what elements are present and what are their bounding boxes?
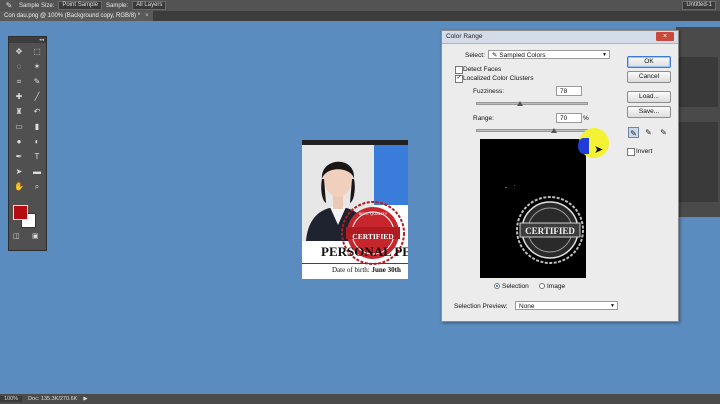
status-arrow-icon[interactable]: ▶ (83, 396, 87, 402)
type-tool-icon[interactable]: T (28, 150, 46, 163)
dodge-tool-icon[interactable]: ◐ (28, 135, 46, 148)
brush-tool-icon[interactable]: ╱ (28, 90, 46, 103)
layers-panel[interactable] (678, 57, 718, 107)
selection-preview-thumbnail[interactable]: CERTIFIED (480, 139, 586, 278)
document-heading: PERSONAL PET (321, 244, 408, 259)
marquee-tool-icon[interactable]: ⬚ (28, 45, 46, 58)
cursor-click-indicator (578, 138, 589, 154)
eyedropper-sample-icon[interactable]: ✎ (628, 127, 639, 138)
gradient-tool-icon[interactable]: ▮ (28, 120, 46, 133)
range-label: Range: (473, 115, 494, 122)
selection-preview-dropdown[interactable]: None ▼ (515, 301, 618, 310)
range-slider-knob[interactable] (551, 128, 558, 133)
range-unit: % (583, 115, 589, 122)
image-radio-label: Image (547, 283, 566, 290)
workspace-select[interactable]: Untitled-1 (682, 1, 716, 10)
dob-value: June 30th (371, 266, 401, 274)
select-dropdown[interactable]: ✎ Sampled Colors ▼ (488, 50, 610, 59)
range-slider[interactable] (476, 129, 588, 132)
zoom-tool-icon[interactable]: ⌕ (28, 180, 46, 193)
stamp-text: CERTIFIED (352, 232, 394, 241)
lasso-tool-icon[interactable]: ◌ (10, 60, 28, 73)
dialog-title: Color Range (446, 33, 483, 40)
sample-select[interactable]: All Layers (132, 1, 167, 10)
document-tab-bar: Con dau.png @ 100% (Background copy, RGB… (0, 11, 720, 21)
stamp-arc-text: BEST QUALITY (358, 211, 388, 216)
localized-clusters-label: Localized Color Clusters (463, 75, 534, 82)
pen-tool-icon[interactable]: ✒ (10, 150, 28, 163)
chevron-down-icon: ▼ (610, 303, 615, 309)
path-select-tool-icon[interactable]: ➤ (10, 165, 28, 178)
document-tab[interactable]: Con dau.png @ 100% (Background copy, RGB… (0, 11, 153, 21)
eyedropper-tool-icon[interactable]: ✎ (28, 75, 46, 88)
dialog-close-button[interactable]: × (656, 32, 674, 41)
shape-tool-icon[interactable]: ▬ (28, 165, 46, 178)
fuzziness-slider[interactable] (476, 102, 588, 105)
detect-faces-label: Detect Faces (463, 66, 502, 73)
fuzziness-input[interactable]: 78 (556, 86, 582, 96)
select-value: Sampled Colors (499, 52, 546, 59)
status-bar: 100% Doc: 135.3K/270.6K ▶ (0, 394, 720, 404)
eyedropper-icon[interactable]: ✎ (3, 1, 15, 10)
image-radio[interactable] (539, 283, 545, 289)
fuzziness-slider-knob[interactable] (516, 101, 523, 106)
sample-size-select[interactable]: Point Sample (58, 1, 103, 10)
range-input[interactable]: 70 (556, 113, 582, 123)
blur-tool-icon[interactable]: ● (10, 135, 28, 148)
sample-size-label: Sample Size: (19, 2, 55, 9)
invert-label: Invert (636, 148, 653, 155)
localized-clusters-checkbox[interactable]: ✓ (455, 75, 463, 83)
crop-tool-icon[interactable]: ⌗ (10, 75, 28, 88)
document-tab-title: Con dau.png @ 100% (Background copy, RGB… (4, 13, 141, 19)
load-button[interactable]: Load... (627, 91, 671, 103)
mouse-cursor-icon: ➤ (594, 144, 604, 156)
selection-preview-label: Selection Preview: (454, 303, 508, 310)
select-label: Select: (465, 52, 485, 59)
cancel-button[interactable]: Cancel (627, 71, 671, 83)
color-range-dialog: Color Range × Select: ✎ Sampled Colors ▼… (441, 30, 679, 322)
selection-radio-label: Selection (502, 283, 529, 290)
close-icon[interactable]: × (145, 13, 149, 19)
right-panels (676, 27, 720, 217)
sample-label: Sample: (106, 2, 129, 9)
eyedropper-subtract-icon[interactable]: ✎ (658, 127, 669, 138)
hand-tool-icon[interactable]: ✋ (10, 180, 28, 193)
save-button[interactable]: Save... (627, 106, 671, 118)
stamp-tool-icon[interactable]: ♜ (10, 105, 28, 118)
move-tool-icon[interactable]: ✥ (10, 45, 28, 58)
layers-list[interactable] (678, 122, 718, 202)
history-brush-icon[interactable]: ↶ (28, 105, 46, 118)
quick-select-tool-icon[interactable]: ✶ (28, 60, 46, 73)
zoom-level[interactable]: 100% (0, 396, 23, 402)
screen-mode-icon[interactable]: ▣ (32, 232, 39, 240)
healing-tool-icon[interactable]: ✚ (10, 90, 28, 103)
ok-button[interactable]: OK (627, 56, 671, 68)
doc-size-info: Doc: 135.3K/270.6K (28, 396, 78, 402)
dob-label: Date of birth: (332, 266, 370, 274)
selection-preview-value: None (519, 303, 535, 310)
foreground-color-swatch[interactable] (13, 205, 28, 220)
detect-faces-checkbox[interactable] (455, 66, 463, 74)
dialog-titlebar[interactable]: Color Range × (442, 31, 678, 44)
date-of-birth: Date of birth: June 30th (332, 266, 401, 274)
options-bar: ✎ Sample Size: Point Sample Sample: All … (0, 0, 720, 11)
preview-stamp-text: CERTIFIED (525, 226, 575, 236)
document-canvas[interactable]: CERTIFIED BEST QUALITY PERSONAL PET Date… (302, 140, 408, 279)
selection-radio[interactable] (494, 283, 500, 289)
image-blue-bar (374, 145, 408, 205)
fuzziness-label: Fuzziness: (473, 88, 505, 95)
divider-line (302, 263, 408, 264)
chevron-down-icon: ▼ (602, 52, 607, 58)
quick-mask-icon[interactable]: ◫ (13, 232, 20, 240)
eyedropper-add-icon[interactable]: ✎ (643, 127, 654, 138)
eraser-tool-icon[interactable]: ▭ (10, 120, 28, 133)
invert-checkbox[interactable] (627, 148, 635, 156)
